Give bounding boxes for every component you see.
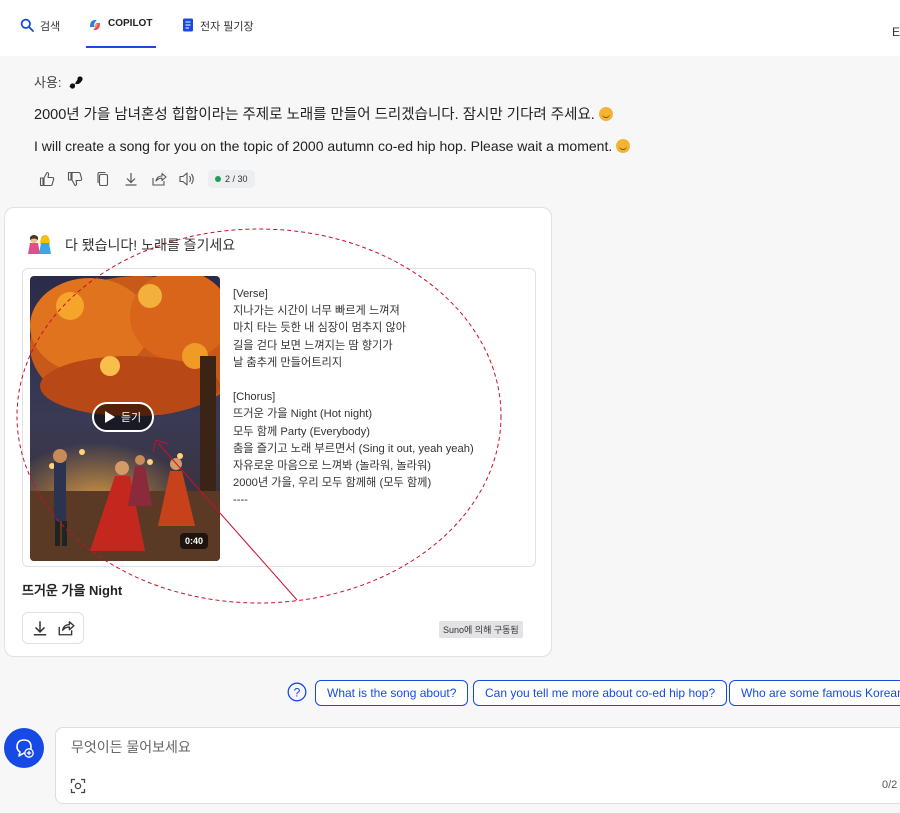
response-korean-text: 2000년 가을 남녀혼성 힙합이라는 주제로 노래를 만들어 드리겠습니다. … [34,107,595,123]
chat-input-box: 0/2 [55,727,900,804]
suggestion-chip[interactable]: Can you tell me more about co-ed hip hop… [473,680,728,706]
thumbs-up-icon [39,171,55,187]
song-card: 다 됐습니다! 노래를 즐기세요 듣기 0:40 [Verse] 지나가는 시간… [4,207,552,657]
tab-search-label: 검색 [40,21,61,33]
smile-emoji-icon [598,107,613,121]
response-counter: 2 / 30 [208,170,255,188]
top-navigation: 검색 COPILOT 전자 필기장 E [0,0,900,56]
read-aloud-button[interactable] [178,170,196,188]
share-icon [152,172,167,186]
download-icon[interactable] [31,619,49,637]
search-icon [20,18,34,32]
suno-logo-icon [68,75,83,89]
truncated-menu-label[interactable]: E [892,25,900,39]
svg-text:?: ? [294,686,301,700]
suggestion-help-icon: ? [287,682,307,702]
song-detail-panel: 듣기 0:40 [Verse] 지나가는 시간이 너무 빠르게 느껴져 마치 타… [22,268,536,567]
plugin-usage-label: 사용: [34,75,62,90]
song-title: 뜨거운 가을 Night [22,583,123,598]
new-chat-icon [16,739,34,758]
thumbs-down-icon [67,171,83,187]
download-button[interactable] [122,170,140,188]
song-card-header: 다 됐습니다! 노래를 즐기세요 [25,234,235,256]
chat-input[interactable] [69,738,773,756]
tab-notebook-label: 전자 필기장 [200,21,254,33]
album-art: 듣기 0:40 [30,276,220,561]
active-tab-indicator [86,46,157,48]
notebook-icon [183,18,193,32]
tab-notebook[interactable]: 전자 필기장 [182,18,254,48]
new-topic-button[interactable] [4,728,44,768]
song-duration: 0:40 [179,533,208,549]
smile-emoji-icon [616,139,631,153]
dancing-couple-icon [28,235,51,254]
play-button[interactable]: 듣기 [92,402,154,432]
download-icon [125,173,137,186]
image-scan-icon[interactable] [70,778,86,794]
copilot-logo-icon [90,20,100,30]
song-card-header-text: 다 됐습니다! 노래를 즐기세요 [65,237,236,253]
tab-copilot[interactable]: COPILOT [86,18,157,48]
powered-by-badge: Suno에 의해 구동됨 [439,621,523,638]
copy-icon [97,171,109,187]
status-dot [215,176,221,182]
response-korean: 2000년 가을 남녀혼성 힙합이라는 주제로 노래를 만들어 드리겠습니다. … [34,103,613,124]
plugin-usage-line: 사용: [34,72,84,91]
like-button[interactable] [38,170,56,188]
char-counter: 0/2 [882,779,898,791]
song-lyrics: [Verse] 지나가는 시간이 너무 빠르게 느껴져 마치 타는 듯한 내 심… [233,288,474,507]
tab-search[interactable]: 검색 [20,18,60,48]
play-button-label: 듣기 [120,412,142,424]
tab-copilot-label: COPILOT [108,18,153,29]
message-actions: 2 / 30 [38,170,255,188]
copy-button[interactable] [94,170,112,188]
play-icon [104,411,115,423]
response-english-text: I will create a song for you on the topi… [34,138,613,154]
share-icon[interactable] [57,619,75,637]
response-counter-text: 2 / 30 [225,174,248,184]
song-actions [22,612,84,644]
share-button[interactable] [150,170,168,188]
suggestion-chip[interactable]: Who are some famous Korean [729,680,900,706]
suggestion-chip[interactable]: What is the song about? [315,680,469,706]
response-english: I will create a song for you on the topi… [34,138,631,154]
speaker-icon [179,172,194,186]
dislike-button[interactable] [66,170,84,188]
